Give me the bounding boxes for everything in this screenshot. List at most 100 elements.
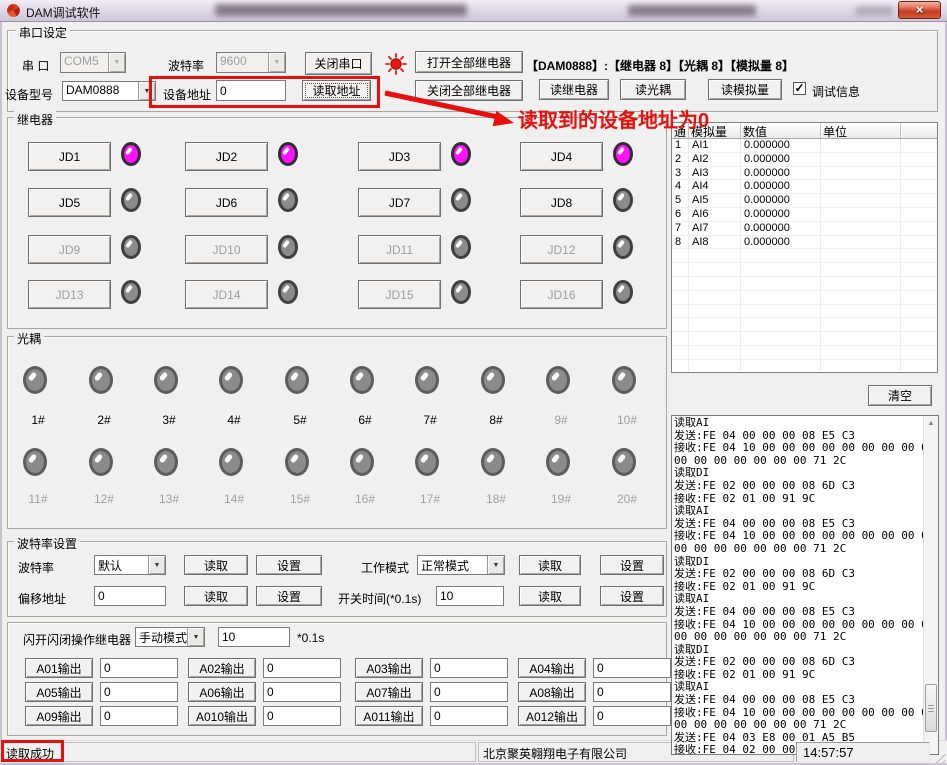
analog-table: 通 模拟量 数值 单位 1AI10.000000 2AI20.000000 3A… xyxy=(671,122,938,373)
flash-mode-value: 手动模式 xyxy=(136,628,187,646)
offset-set-button[interactable]: 设置 xyxy=(256,586,322,606)
table-row[interactable]: 1AI10.000000 xyxy=(672,139,937,153)
output-button-a06[interactable]: A06输出 xyxy=(188,682,256,702)
output-input-a04[interactable] xyxy=(593,658,671,678)
baudrate-select[interactable]: 默认 ▼ xyxy=(94,555,166,575)
table-row[interactable]: 8AI80.000000 xyxy=(672,236,937,250)
output-button-a08[interactable]: A08输出 xyxy=(518,682,586,702)
switch-time-input[interactable] xyxy=(436,586,504,606)
relay-button-jd11[interactable]: JD11 xyxy=(358,235,441,264)
relay-button-jd15[interactable]: JD15 xyxy=(358,280,441,309)
opto-indicator-20 xyxy=(612,448,636,476)
table-row[interactable]: 4AI40.000000 xyxy=(672,180,937,194)
relay-indicator-jd2 xyxy=(278,142,298,166)
open-all-relays-button[interactable]: 打开全部继电器 xyxy=(415,51,523,73)
chevron-down-icon: ▼ xyxy=(108,53,125,72)
baud-select[interactable]: 9600 ▼ xyxy=(216,52,286,73)
opto-label-4: 4# xyxy=(214,413,254,427)
relay-button-jd14[interactable]: JD14 xyxy=(185,280,268,309)
scroll-up-icon[interactable]: ▲ xyxy=(924,420,938,427)
output-input-a06[interactable] xyxy=(263,682,341,702)
offset-address-input[interactable] xyxy=(94,586,166,606)
debug-log[interactable]: 读取AI 发送:FE 04 00 00 00 08 E5 C3 接收:FE 04… xyxy=(671,415,939,755)
relay-indicator-jd3 xyxy=(451,142,471,166)
close-serial-button[interactable]: 关闭串口 xyxy=(305,52,372,75)
relay-button-jd12[interactable]: JD12 xyxy=(520,235,603,264)
switch-time-set-button[interactable]: 设置 xyxy=(600,586,664,606)
col-header-unit[interactable]: 单位 xyxy=(821,123,901,138)
relay-indicator-jd16 xyxy=(613,280,633,304)
output-button-a09[interactable]: A09输出 xyxy=(25,706,93,726)
read-relays-button[interactable]: 读继电器 xyxy=(539,79,609,100)
baudrate-set-button[interactable]: 设置 xyxy=(256,555,322,575)
relay-button-jd9[interactable]: JD9 xyxy=(28,235,111,264)
output-input-a01[interactable] xyxy=(100,658,178,678)
opto-label-12: 12# xyxy=(84,492,124,506)
flash-mode-select[interactable]: 手动模式 ▼ xyxy=(135,627,205,647)
relay-indicator-jd5 xyxy=(121,188,141,212)
output-button-a010[interactable]: A010输出 xyxy=(188,706,256,726)
table-row[interactable]: 2AI20.000000 xyxy=(672,153,937,167)
workmode-select[interactable]: 正常模式 ▼ xyxy=(417,555,505,575)
col-header-extra xyxy=(901,123,937,138)
model-value: DAM0888 xyxy=(63,82,138,100)
scrollbar-thumb[interactable] xyxy=(925,684,937,732)
offset-read-button[interactable]: 读取 xyxy=(184,586,248,606)
output-input-a02[interactable] xyxy=(263,658,341,678)
table-row[interactable]: 6AI60.000000 xyxy=(672,208,937,222)
output-button-a02[interactable]: A02输出 xyxy=(188,658,256,678)
output-button-a011[interactable]: A011输出 xyxy=(355,706,423,726)
output-input-a012[interactable] xyxy=(593,706,671,726)
read-address-button[interactable]: 读取地址 xyxy=(302,80,371,101)
table-row[interactable]: 3AI30.000000 xyxy=(672,167,937,181)
output-input-a011[interactable] xyxy=(430,706,508,726)
flash-time-input[interactable] xyxy=(218,627,290,647)
output-input-a07[interactable] xyxy=(430,682,508,702)
table-row[interactable]: 7AI70.000000 xyxy=(672,222,937,236)
output-button-a03[interactable]: A03输出 xyxy=(355,658,423,678)
relay-button-jd4[interactable]: JD4 xyxy=(520,142,603,171)
annotation-note: 读取到的设备地址为0 xyxy=(518,104,709,133)
model-select[interactable]: DAM0888 ▼ xyxy=(62,81,156,101)
close-all-relays-button[interactable]: 关闭全部继电器 xyxy=(415,80,523,101)
table-row-empty xyxy=(672,263,937,277)
relay-button-jd5[interactable]: JD5 xyxy=(28,188,111,217)
baudrate-read-button[interactable]: 读取 xyxy=(184,555,248,575)
relay-button-jd8[interactable]: JD8 xyxy=(520,188,603,217)
table-row[interactable]: 5AI50.000000 xyxy=(672,194,937,208)
workmode-set-button[interactable]: 设置 xyxy=(600,555,664,575)
port-select[interactable]: COM5 ▼ xyxy=(60,52,126,73)
debug-info-checkbox[interactable] xyxy=(793,82,806,95)
output-input-a05[interactable] xyxy=(100,682,178,702)
output-input-a08[interactable] xyxy=(593,682,671,702)
log-scrollbar[interactable]: ▲ xyxy=(923,416,938,754)
relay-button-jd10[interactable]: JD10 xyxy=(185,235,268,264)
switch-time-read-button[interactable]: 读取 xyxy=(519,586,581,606)
relay-button-jd3[interactable]: JD3 xyxy=(358,142,441,171)
relay-button-jd2[interactable]: JD2 xyxy=(185,142,268,171)
col-header-value[interactable]: 数值 xyxy=(741,123,821,138)
baudrate-value: 默认 xyxy=(95,556,148,574)
relay-button-jd7[interactable]: JD7 xyxy=(358,188,441,217)
device-address-input[interactable] xyxy=(216,80,286,101)
output-button-a012[interactable]: A012输出 xyxy=(518,706,586,726)
relay-button-jd13[interactable]: JD13 xyxy=(28,280,111,309)
output-input-a09[interactable] xyxy=(100,706,178,726)
relay-indicator-jd14 xyxy=(278,280,298,304)
relay-indicator-jd6 xyxy=(278,188,298,212)
relay-button-jd1[interactable]: JD1 xyxy=(28,142,111,171)
output-button-a07[interactable]: A07输出 xyxy=(355,682,423,702)
read-analog-button[interactable]: 读模拟量 xyxy=(708,79,782,100)
output-input-a03[interactable] xyxy=(430,658,508,678)
output-button-a01[interactable]: A01输出 xyxy=(25,658,93,678)
output-button-a05[interactable]: A05输出 xyxy=(25,682,93,702)
output-button-a04[interactable]: A04输出 xyxy=(518,658,586,678)
read-opto-button[interactable]: 读光耦 xyxy=(620,79,686,100)
relay-button-jd16[interactable]: JD16 xyxy=(520,280,603,309)
close-button[interactable]: × xyxy=(898,1,941,19)
output-input-a010[interactable] xyxy=(263,706,341,726)
workmode-read-button[interactable]: 读取 xyxy=(519,555,581,575)
clear-log-button[interactable]: 清空 xyxy=(868,385,932,406)
relay-button-jd6[interactable]: JD6 xyxy=(185,188,268,217)
relay-indicator-jd4 xyxy=(613,142,633,166)
